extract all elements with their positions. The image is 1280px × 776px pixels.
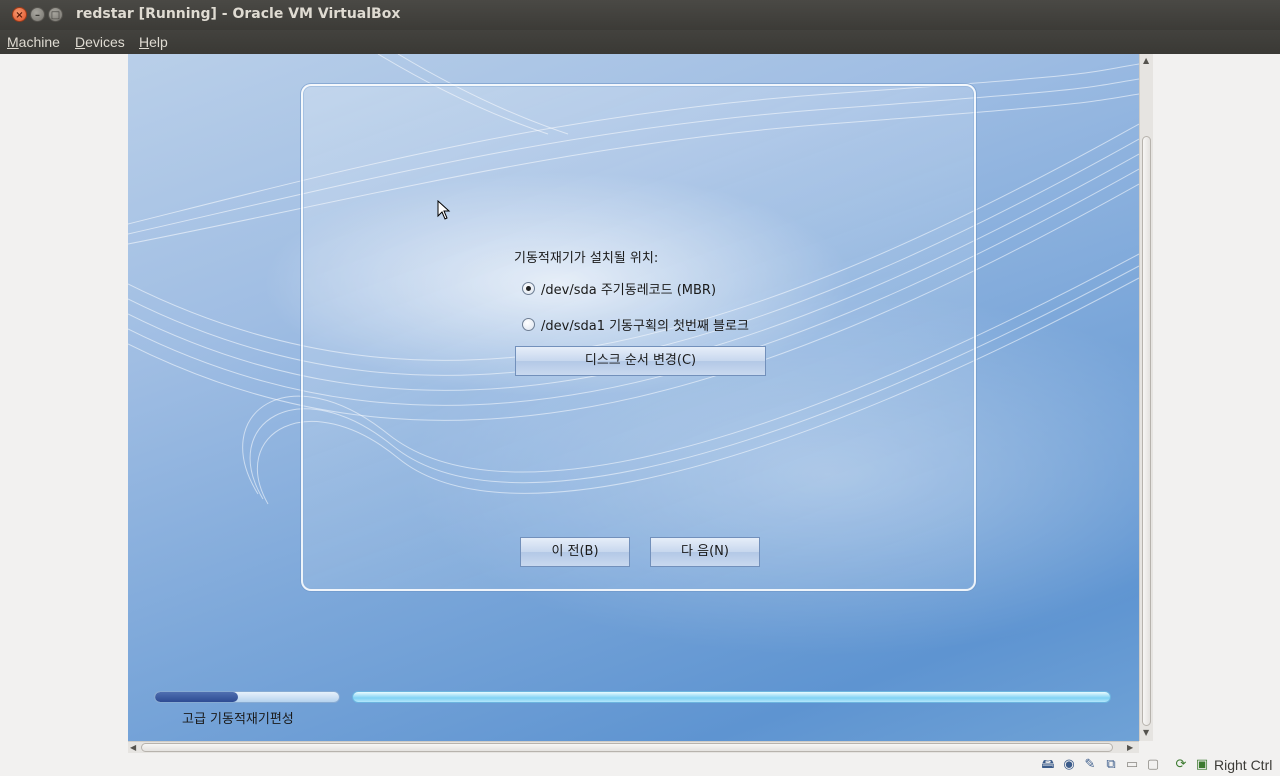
menu-help[interactable]: Help [139,34,168,50]
step-progress-fill [155,692,238,702]
statusbar: 🖴 ◉ ✎ ⧉ ▭ ▢ ⟳ ▣ Right Ctrl [0,754,1280,776]
horizontal-scrollbar[interactable]: ◀ ▶ [128,741,1139,753]
vertical-scroll-thumb[interactable] [1142,136,1151,726]
mouse-integration-icon[interactable]: ▣ [1194,757,1210,773]
menu-machine[interactable]: Machine [7,34,60,50]
window-titlebar: × – □ redstar [Running] - Oracle VM Virt… [0,0,1280,30]
vertical-scrollbar[interactable]: ▲ ▼ [1139,54,1153,741]
close-window-button[interactable]: × [12,7,27,22]
maximize-window-button[interactable]: □ [48,7,63,22]
step-label: 고급 기동적재기편성 [182,712,294,727]
option-mbr[interactable]: /dev/sda 주기동레코드 (MBR) [522,279,716,298]
scroll-down-arrow-icon[interactable]: ▼ [1143,728,1149,738]
minimize-window-button[interactable]: – [30,7,45,22]
radio-mbr[interactable] [522,281,535,295]
shared-folders-icon[interactable]: ▭ [1124,757,1140,773]
installer-dialog-panel [301,84,976,591]
change-disk-order-button[interactable]: 디스크 순서 변경(C) [515,346,766,376]
window-title: redstar [Running] - Oracle VM VirtualBox [76,6,401,22]
vm-display[interactable]: 기동적재기가 설치될 위치: /dev/sda 주기동레코드 (MBR) /de… [128,54,1139,741]
option-partition-label[interactable]: /dev/sda1 기동구획의 첫번째 블로크 [541,315,749,334]
menu-devices[interactable]: Devices [75,34,125,50]
mouse-pointer-icon [437,200,451,220]
next-button[interactable]: 다 음(N) [650,537,760,567]
usb-icon[interactable]: ✎ [1082,757,1098,773]
scroll-right-arrow-icon[interactable]: ▶ [1127,743,1133,753]
network-icon[interactable]: ⧉ [1103,757,1119,773]
menubar: Machine Devices Help [0,30,1280,54]
bootloader-location-prompt: 기동적재기가 설치될 위치: [514,251,659,266]
overall-progress-bar [352,691,1111,703]
cd-icon[interactable]: ◉ [1061,757,1077,773]
hard-disk-icon[interactable]: 🖴 [1040,757,1056,773]
virtualization-icon: ⟳ [1175,757,1187,772]
step-progress-bar [154,691,340,703]
back-button[interactable]: 이 전(B) [520,537,630,567]
scroll-left-arrow-icon[interactable]: ◀ [130,743,136,753]
radio-partition[interactable] [522,317,535,331]
video-capture-icon[interactable]: ▢ [1145,757,1161,773]
host-key-label: Right Ctrl [1214,757,1273,773]
scroll-up-arrow-icon[interactable]: ▲ [1143,56,1149,66]
horizontal-scroll-thumb[interactable] [141,743,1113,752]
option-partition[interactable]: /dev/sda1 기동구획의 첫번째 블로크 [522,315,749,334]
option-mbr-label[interactable]: /dev/sda 주기동레코드 (MBR) [541,279,716,298]
